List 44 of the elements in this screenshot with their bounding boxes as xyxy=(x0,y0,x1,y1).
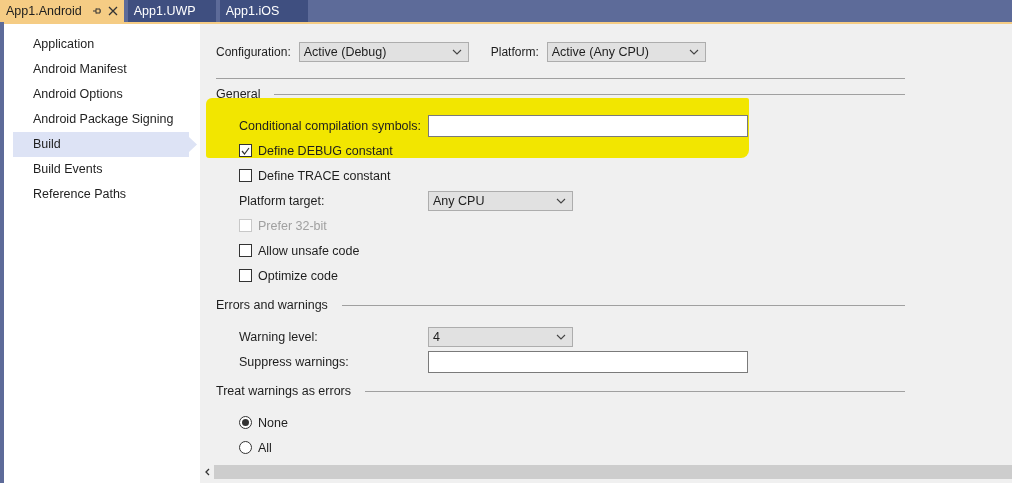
chevron-down-icon xyxy=(688,49,699,55)
sidebar-item[interactable]: Android Options xyxy=(13,82,189,107)
document-tab[interactable]: App1.iOS xyxy=(219,0,308,22)
checkbox-box[interactable] xyxy=(239,144,252,157)
checkbox-box[interactable] xyxy=(239,269,252,282)
sidebar-item[interactable]: Reference Paths xyxy=(13,182,189,207)
checkbox[interactable]: Define TRACE constant xyxy=(239,168,391,183)
group-title: Errors and warnings xyxy=(216,298,328,312)
checkbox[interactable]: Optimize code xyxy=(239,268,338,283)
checkbox[interactable]: Define DEBUG constant xyxy=(239,143,393,158)
radio-button[interactable]: All xyxy=(239,440,272,455)
group-title: General xyxy=(216,87,261,101)
document-tab[interactable]: App1.UWP xyxy=(127,0,216,22)
field-label: Suppress warnings: xyxy=(239,354,350,369)
input-field[interactable] xyxy=(428,114,748,137)
checkbox-box[interactable] xyxy=(239,244,252,257)
pin-icon[interactable] xyxy=(91,6,102,16)
chevron-down-icon xyxy=(451,49,462,55)
sidebar-item[interactable]: Build Events xyxy=(13,157,189,182)
radio-circle[interactable] xyxy=(239,441,252,454)
radio-button[interactable]: None xyxy=(239,415,288,430)
group-title: Treat warnings as errors xyxy=(216,384,351,398)
input-field[interactable] xyxy=(428,350,748,373)
sidebar-item[interactable]: Application xyxy=(13,32,189,57)
field-label: Conditional compilation symbols: xyxy=(239,118,423,133)
dropdown[interactable]: Any CPU xyxy=(428,190,573,211)
sidebar-item[interactable]: Build xyxy=(13,132,197,157)
radio-circle[interactable] xyxy=(239,416,252,429)
horizontal-scrollbar[interactable] xyxy=(200,465,1012,479)
dropdown[interactable]: 4 xyxy=(428,326,573,347)
sidebar-item[interactable]: Android Package Signing xyxy=(13,107,189,132)
dropdown[interactable]: Active (Any CPU) xyxy=(546,42,706,62)
field-label: Warning level: xyxy=(239,329,319,344)
checkbox-box[interactable] xyxy=(239,169,252,182)
chevron-down-icon xyxy=(556,333,566,340)
sidebar-item[interactable]: Android Manifest xyxy=(13,57,189,82)
chevron-down-icon xyxy=(556,197,566,204)
field-label: Platform target: xyxy=(239,193,326,208)
field-label: Configuration: xyxy=(216,45,291,59)
checkbox[interactable]: Allow unsafe code xyxy=(239,243,360,258)
field-label: Platform: xyxy=(490,45,539,59)
close-icon[interactable] xyxy=(107,6,118,16)
dropdown[interactable]: Active (Debug) xyxy=(298,42,469,62)
document-tab[interactable]: App1.Android xyxy=(0,0,124,22)
